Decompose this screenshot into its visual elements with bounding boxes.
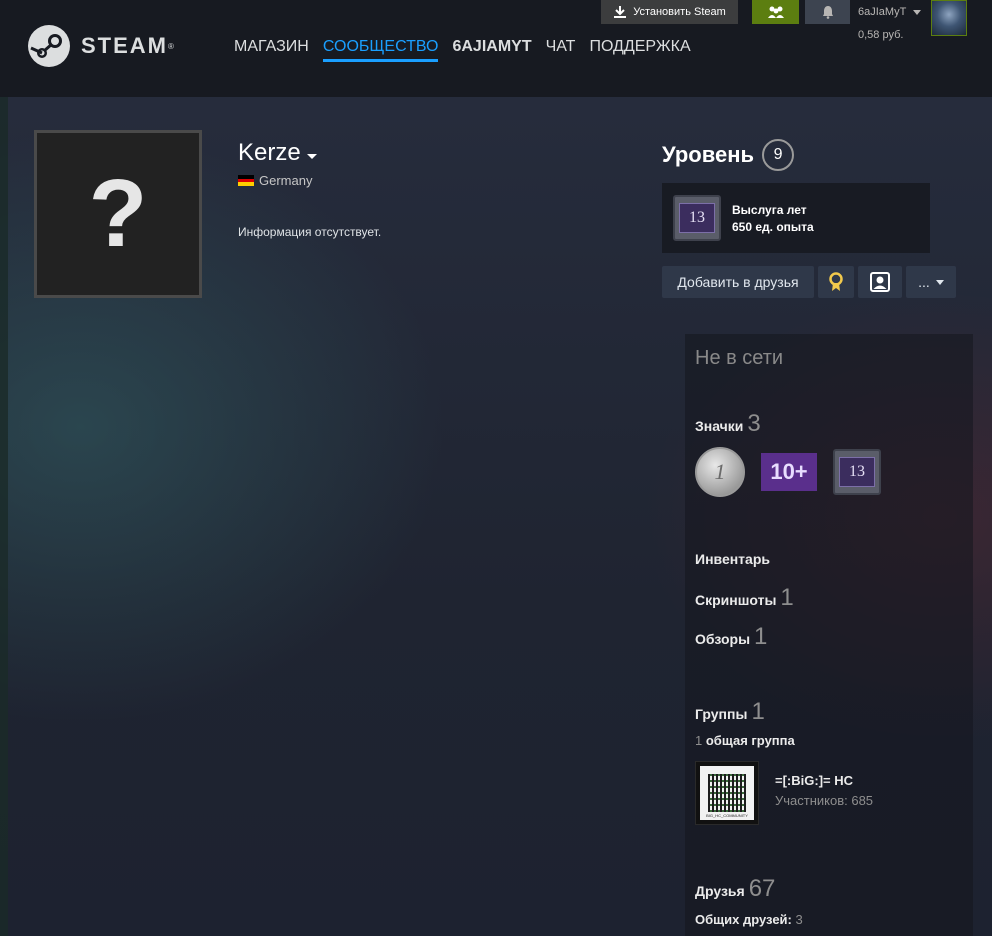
user-avatar[interactable] — [931, 0, 967, 36]
years-of-service-badge-icon: 13 — [673, 195, 721, 241]
wallet-balance: 0,58 руб. — [858, 29, 904, 41]
chevron-down-icon — [306, 153, 317, 159]
friends-icon — [767, 6, 784, 18]
country-name: Germany — [259, 173, 313, 188]
qr-caption: BIG_HC_COMMUNITY — [706, 813, 748, 818]
years-badge-icon[interactable]: 13 — [833, 449, 881, 495]
profile-edge — [0, 97, 8, 936]
groups-link[interactable]: Группы 1 — [695, 698, 765, 726]
profile-avatar: ? — [34, 130, 202, 298]
years-badge-number: 13 — [839, 457, 875, 487]
badge-title: Выслуга лет — [732, 203, 807, 217]
badges-link[interactable]: Значки 3 — [695, 410, 761, 438]
notifications-button[interactable] — [805, 0, 850, 24]
common-friends-label: Общих друзей: — [695, 912, 792, 927]
inventory-link[interactable]: Инвентарь — [695, 551, 770, 567]
badges-label: Значки — [695, 418, 744, 434]
more-actions-label: ... — [918, 274, 930, 290]
group-members: Участников: 685 — [775, 793, 874, 808]
avatar-placeholder-icon: ? — [88, 160, 148, 267]
steam-logo[interactable]: STEAM ® — [27, 24, 174, 68]
friends-label: Друзья — [695, 883, 745, 899]
common-groups-num: 1 — [695, 733, 703, 748]
steam-icon — [28, 25, 70, 67]
qr-code-icon: BIG_HC_COMMUNITY — [700, 766, 754, 820]
account-name-text: 6aJIaMyT — [858, 6, 907, 18]
favorite-badge[interactable]: 13 Выслуга лет 650 ед. опыта — [662, 183, 930, 253]
badge-xp: 650 ед. опыта — [732, 220, 814, 234]
install-steam-button[interactable]: Установить Steam — [601, 0, 738, 24]
nav-username[interactable]: 6AJIAMYT — [452, 38, 531, 62]
common-friends: Общих друзей: 3 — [695, 912, 803, 927]
global-header: STEAM ® МАГАЗИН СООБЩЕСТВО 6AJIAMYT ЧАТ … — [0, 0, 992, 97]
account-menu[interactable]: 6aJIaMyT — [858, 6, 922, 18]
more-actions-button[interactable]: ... — [906, 266, 956, 298]
ten-plus-badge-text: 10+ — [770, 459, 808, 484]
add-friend-button[interactable]: Добавить в друзья — [662, 266, 814, 298]
germany-flag-icon — [238, 175, 254, 187]
friends-link[interactable]: Друзья 67 — [695, 875, 775, 903]
ten-plus-badge-icon[interactable]: 10+ — [761, 453, 817, 491]
qr-pattern — [708, 774, 746, 812]
online-status: Не в сети — [695, 347, 784, 369]
award-icon — [829, 272, 843, 291]
persona-name-dropdown[interactable]: Kerze — [238, 139, 317, 167]
user-card-icon — [870, 272, 890, 292]
screenshots-label: Скриншоты — [695, 592, 777, 608]
main-nav: МАГАЗИН СООБЩЕСТВО 6AJIAMYT ЧАТ ПОДДЕРЖК… — [234, 38, 705, 62]
badge-number: 13 — [679, 203, 715, 233]
steam-wordmark: STEAM — [81, 33, 168, 58]
install-steam-label: Установить Steam — [633, 6, 726, 18]
nav-community[interactable]: СООБЩЕСТВО — [322, 38, 439, 62]
reviews-label: Обзоры — [695, 631, 751, 647]
screenshots-count: 1 — [780, 584, 794, 611]
common-groups-text: общая группа — [705, 733, 795, 748]
coin-badge-text: 1 — [714, 459, 726, 484]
level-value[interactable]: 9 — [762, 139, 795, 171]
nav-store[interactable]: МАГАЗИН — [234, 38, 309, 62]
download-icon — [614, 6, 627, 18]
group-avatar[interactable]: BIG_HC_COMMUNITY — [695, 761, 759, 825]
bell-icon — [822, 6, 833, 19]
reviews-count: 1 — [754, 623, 768, 650]
common-groups: 1 общая группа — [695, 733, 795, 748]
profile-right-column: Не в сети Значки 3 1 10+ 13 Инвентарь Скр… — [685, 334, 973, 936]
reviews-link[interactable]: Обзоры 1 — [695, 623, 767, 651]
screenshots-link[interactable]: Скриншоты 1 — [695, 584, 794, 612]
persona-name: Kerze — [238, 139, 301, 166]
nav-chat[interactable]: ЧАТ — [546, 38, 576, 62]
award-button[interactable] — [818, 266, 854, 298]
friends-button[interactable] — [752, 0, 799, 24]
friends-count: 67 — [748, 875, 776, 902]
chevron-down-icon — [935, 279, 944, 285]
group-name[interactable]: =[:BiG:]= HC — [775, 773, 853, 788]
profile-actions: Добавить в друзья ... — [662, 266, 956, 298]
coin-badge-icon[interactable]: 1 — [695, 447, 745, 497]
groups-label: Группы — [695, 706, 748, 722]
registered-mark: ® — [168, 41, 174, 51]
groups-count: 1 — [751, 698, 765, 725]
common-friends-num: 3 — [795, 912, 803, 927]
badge-list: 1 10+ 13 — [695, 447, 881, 497]
profile-card-button[interactable] — [858, 266, 902, 298]
badges-count: 3 — [747, 410, 761, 437]
chevron-down-icon — [913, 9, 922, 15]
nav-support[interactable]: ПОДДЕРЖКА — [589, 38, 690, 62]
profile-level: Уровень 9 — [662, 139, 795, 171]
profile-summary: Информация отсутствует. — [238, 225, 382, 239]
level-label: Уровень — [662, 142, 755, 167]
profile-location: Germany — [238, 173, 312, 188]
